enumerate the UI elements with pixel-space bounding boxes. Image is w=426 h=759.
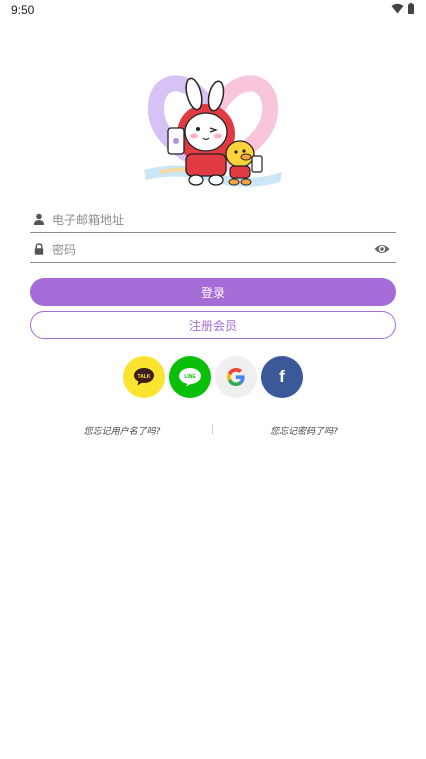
status-bar: 9:50 [0, 0, 426, 20]
register-button[interactable]: 注册会员 [30, 311, 396, 339]
wifi-icon [391, 3, 404, 14]
app-logo [144, 75, 282, 187]
login-button[interactable]: 登录 [30, 278, 396, 306]
lock-icon [34, 243, 44, 255]
line-login-button[interactable]: LINE [169, 356, 211, 398]
battery-icon [408, 3, 414, 14]
kakao-text: TALK [138, 374, 151, 380]
email-input[interactable] [52, 209, 372, 231]
show-password-icon[interactable] [374, 242, 390, 256]
kakao-login-button[interactable]: TALK [123, 356, 165, 398]
line-icon: LINE [179, 368, 201, 387]
password-input[interactable] [52, 239, 372, 261]
kakao-talk-icon: TALK [134, 368, 154, 386]
email-field[interactable] [30, 207, 396, 233]
status-icons [391, 3, 414, 14]
google-login-button[interactable] [215, 356, 257, 398]
forgot-username-link[interactable]: 您忘记用户名了吗? [32, 424, 212, 437]
status-time: 9:50 [11, 3, 35, 17]
line-text: LINE [184, 374, 196, 380]
forgot-password-link[interactable]: 您忘记密码了吗? [214, 424, 394, 437]
facebook-icon: f [279, 367, 285, 386]
password-field[interactable] [30, 237, 396, 263]
google-icon [227, 368, 245, 386]
facebook-login-button[interactable]: f [261, 356, 303, 398]
link-divider [212, 424, 213, 434]
user-icon [33, 213, 45, 225]
